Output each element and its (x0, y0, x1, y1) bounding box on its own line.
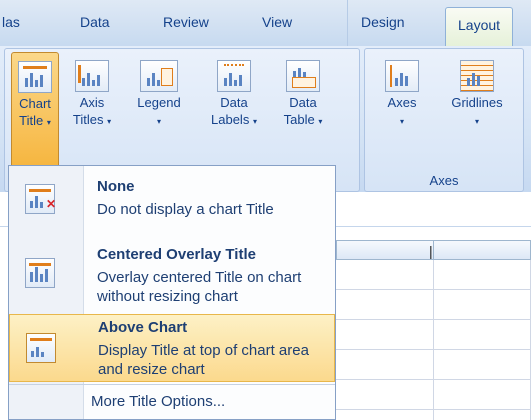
chart-title-menu: ✕ None Do not display a chart Title Cent… (8, 165, 336, 420)
grid-line (336, 409, 531, 410)
axis-titles-icon (75, 60, 109, 92)
grid-line (336, 319, 531, 320)
data-labels-label1: Data (220, 95, 248, 110)
tab-formulas[interactable]: las (2, 14, 20, 30)
data-table-button[interactable]: Data Table ▾ (275, 52, 331, 130)
axis-titles-label2: Titles (72, 112, 104, 127)
chevron-down-icon: ▾ (252, 117, 257, 126)
chevron-down-icon: ▾ (399, 117, 404, 126)
data-table-label1: Data (289, 95, 317, 110)
menu-item-desc: Do not display a chart Title (97, 201, 274, 218)
tab-review[interactable]: Review (163, 14, 209, 30)
chart-overlay-title-icon (25, 258, 55, 288)
menu-item-title: Centered Overlay Title (97, 246, 256, 263)
ribbon-tab-bar: las Data Review View Design Layout (0, 0, 531, 47)
data-table-label2: Table (283, 112, 315, 127)
tab-data[interactable]: Data (80, 14, 110, 30)
gridlines-button[interactable]: Gridlines ▾ (437, 52, 517, 130)
data-labels-button[interactable]: Data Labels ▾ (201, 52, 267, 130)
chevron-down-icon: ▾ (474, 117, 479, 126)
legend-icon (140, 60, 178, 92)
grid-line (336, 289, 531, 290)
chevron-down-icon: ▾ (107, 117, 112, 126)
axes-group: Axes ▾ Gridlines ▾ Axes (364, 48, 524, 192)
chevron-down-icon: ▾ (318, 117, 323, 126)
menu-item-title: Above Chart (98, 319, 188, 336)
menu-item-title: None (97, 178, 135, 195)
chart-title-label1: Chart (19, 96, 51, 111)
menu-item-desc: Overlay centered Title on chart without … (97, 269, 302, 305)
axis-titles-label1: Axis (79, 95, 105, 110)
legend-button[interactable]: Legend ▾ (129, 52, 189, 130)
column-header[interactable] (336, 240, 434, 260)
axis-titles-button[interactable]: Axis Titles ▾ (67, 52, 117, 130)
chart-no-title-icon: ✕ (25, 184, 56, 214)
tab-separator (347, 0, 348, 46)
menu-item-above-chart[interactable]: Above Chart Display Title at top of char… (9, 314, 335, 382)
data-labels-label2: Labels (211, 112, 250, 127)
data-labels-icon (217, 60, 251, 92)
legend-label: Legend (137, 95, 181, 110)
menu-item-desc: Display Title at top of chart area and r… (98, 342, 309, 378)
remove-x-icon: ✕ (45, 197, 56, 211)
tab-view[interactable]: View (262, 14, 292, 30)
grid-line (336, 379, 531, 380)
grid-line (433, 260, 434, 420)
chart-title-button[interactable]: Chart Title ▾ (11, 52, 59, 170)
gridlines-icon (460, 60, 494, 92)
data-table-icon (286, 60, 320, 92)
axes-button[interactable]: Axes ▾ (379, 52, 425, 130)
chart-above-title-icon (26, 333, 56, 363)
chart-title-icon (18, 61, 52, 93)
more-title-options-label: More Title Options... (91, 393, 226, 410)
menu-separator (9, 384, 335, 385)
menu-item-none[interactable]: ✕ None Do not display a chart Title (9, 170, 335, 236)
axes-label: Axes (387, 95, 417, 110)
grid-line (336, 349, 531, 350)
chart-title-label2: Title (19, 113, 44, 128)
axes-icon (385, 60, 419, 92)
menu-item-more-title-options[interactable]: More Title Options... (9, 388, 335, 416)
gridlines-label: Gridlines (451, 95, 503, 110)
axes-group-label: Axes (429, 173, 459, 188)
cell-cursor: | (429, 243, 433, 259)
tab-design[interactable]: Design (361, 14, 405, 30)
column-header[interactable] (433, 240, 531, 260)
chevron-down-icon: ▾ (156, 117, 161, 126)
tab-layout[interactable]: Layout (445, 7, 514, 46)
menu-item-centered-overlay[interactable]: Centered Overlay Title Overlay centered … (9, 242, 335, 316)
chevron-down-icon: ▾ (46, 118, 51, 127)
